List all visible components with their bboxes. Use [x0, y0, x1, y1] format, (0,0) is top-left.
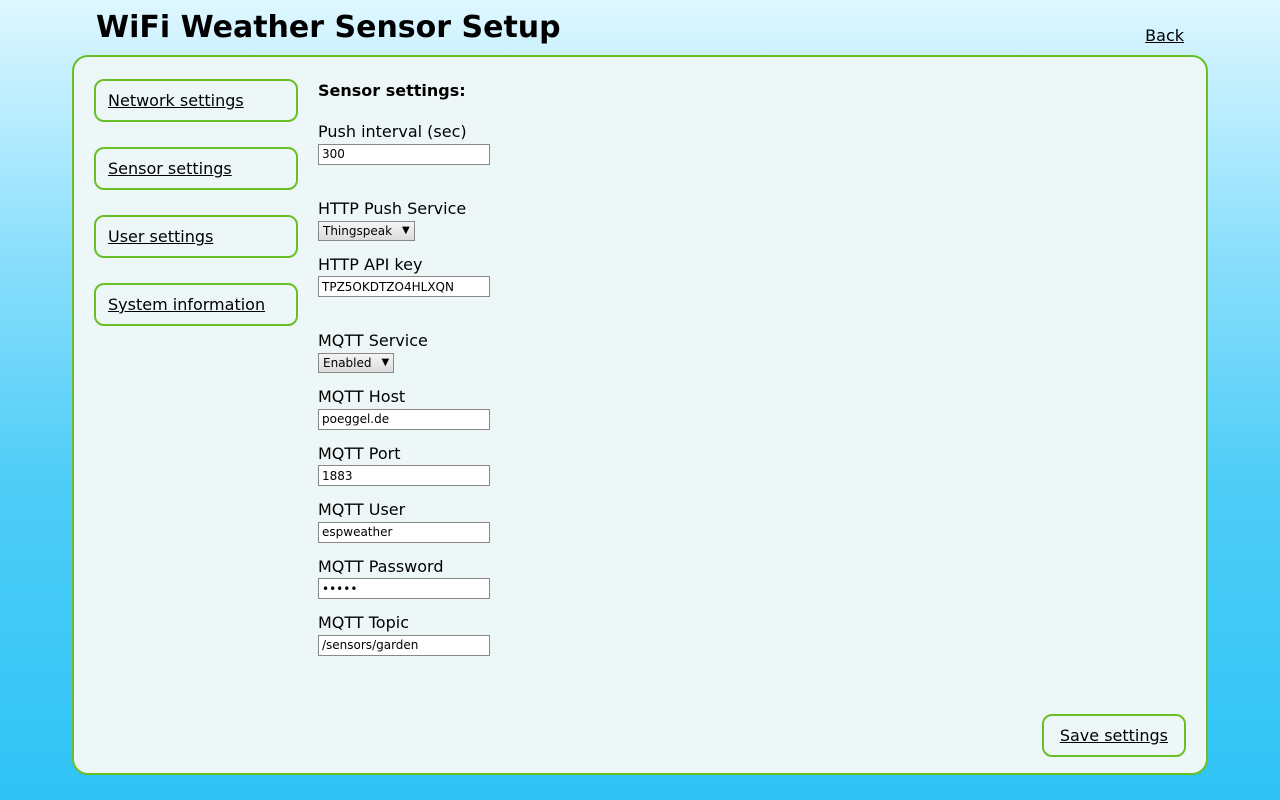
mqtt-service-label: MQTT Service — [318, 331, 490, 350]
push-interval-label: Push interval (sec) — [318, 122, 490, 141]
field-http-service: HTTP Push Service Thingspeak ▼ — [318, 199, 490, 241]
field-mqtt-host: MQTT Host — [318, 387, 490, 430]
content: Sensor settings: Push interval (sec) HTT… — [304, 79, 490, 753]
field-mqtt-topic: MQTT Topic — [318, 613, 490, 656]
chevron-down-icon: ▼ — [382, 358, 390, 368]
field-mqtt-port: MQTT Port — [318, 444, 490, 487]
field-push-interval: Push interval (sec) — [318, 122, 490, 165]
http-api-key-input[interactable] — [318, 276, 490, 297]
mqtt-topic-input[interactable] — [318, 635, 490, 656]
mqtt-host-label: MQTT Host — [318, 387, 490, 406]
mqtt-service-select[interactable]: Enabled ▼ — [318, 353, 394, 373]
sidebar: Network settings Sensor settings User se… — [94, 79, 304, 753]
mqtt-topic-label: MQTT Topic — [318, 613, 490, 632]
mqtt-port-label: MQTT Port — [318, 444, 490, 463]
mqtt-port-input[interactable] — [318, 465, 490, 486]
sidebar-item-system-information[interactable]: System information — [94, 283, 298, 326]
field-http-api-key: HTTP API key — [318, 255, 490, 298]
field-mqtt-password: MQTT Password — [318, 557, 490, 600]
mqtt-user-input[interactable] — [318, 522, 490, 543]
mqtt-host-input[interactable] — [318, 409, 490, 430]
http-service-value: Thingspeak — [323, 224, 392, 238]
save-settings-button[interactable]: Save settings — [1042, 714, 1186, 757]
mqtt-password-input[interactable] — [318, 578, 490, 599]
sidebar-item-sensor[interactable]: Sensor settings — [94, 147, 298, 190]
main-panel: Network settings Sensor settings User se… — [72, 55, 1208, 775]
sidebar-item-user[interactable]: User settings — [94, 215, 298, 258]
http-api-key-label: HTTP API key — [318, 255, 490, 274]
header: WiFi Weather Sensor Setup Back — [0, 0, 1280, 51]
back-link[interactable]: Back — [1145, 26, 1184, 45]
field-mqtt-user: MQTT User — [318, 500, 490, 543]
http-service-label: HTTP Push Service — [318, 199, 490, 218]
section-heading: Sensor settings: — [318, 81, 490, 100]
http-service-select[interactable]: Thingspeak ▼ — [318, 221, 415, 241]
chevron-down-icon: ▼ — [402, 226, 410, 236]
mqtt-service-value: Enabled — [323, 356, 372, 370]
field-mqtt-service: MQTT Service Enabled ▼ — [318, 331, 490, 373]
mqtt-user-label: MQTT User — [318, 500, 490, 519]
page-title: WiFi Weather Sensor Setup — [96, 10, 561, 45]
sidebar-item-network[interactable]: Network settings — [94, 79, 298, 122]
push-interval-input[interactable] — [318, 144, 490, 165]
mqtt-password-label: MQTT Password — [318, 557, 490, 576]
